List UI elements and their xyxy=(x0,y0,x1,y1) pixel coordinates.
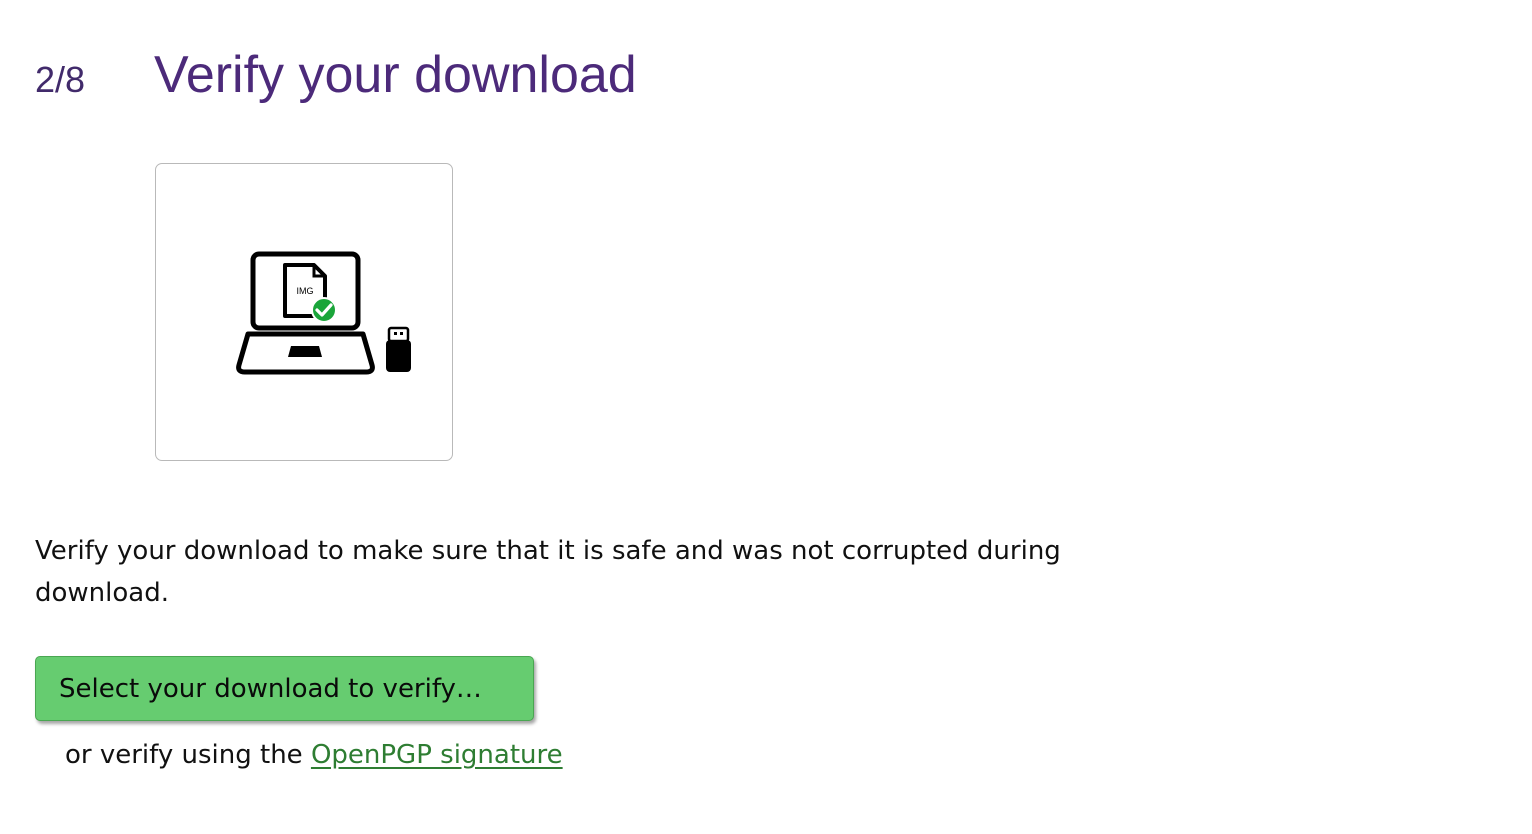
step-counter: 2/8 xyxy=(35,59,86,100)
checkmark-badge-icon xyxy=(311,297,337,323)
page-title: Verify your download xyxy=(154,46,637,104)
verify-illustration-graphic: IMG xyxy=(236,251,411,375)
step-header: 2/8 Verify your download xyxy=(0,0,1532,130)
select-download-button[interactable]: Select your download to verify… xyxy=(35,656,534,721)
alternative-verification: or verify using the OpenPGP signature xyxy=(65,734,563,776)
alt-verification-text: or verify using the xyxy=(65,740,311,770)
verify-illustration: IMG xyxy=(155,163,453,461)
openpgp-signature-link[interactable]: OpenPGP signature xyxy=(311,740,563,770)
usb-stick-icon xyxy=(386,326,411,372)
file-type-label: IMG xyxy=(297,286,314,296)
step-description: Verify your download to make sure that i… xyxy=(35,536,1061,608)
